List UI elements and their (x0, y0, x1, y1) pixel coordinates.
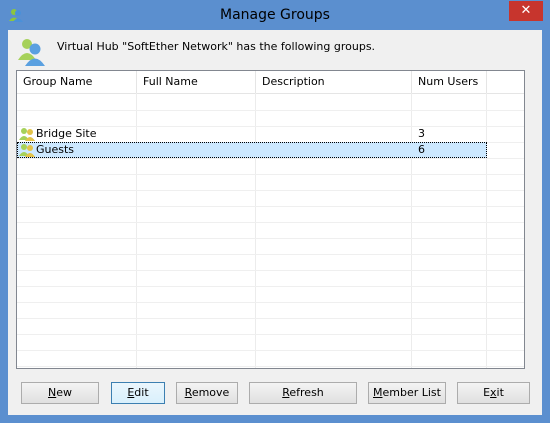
table-row[interactable]: Bridge Site 3 (17, 126, 487, 142)
cell-num-users: 3 (418, 127, 425, 140)
column-num-users[interactable]: Num Users (412, 71, 487, 93)
close-icon: ✕ (520, 3, 532, 18)
group-icon (19, 144, 35, 157)
groups-list[interactable]: Group Name Full Name Description Num Use… (16, 70, 525, 369)
column-description[interactable]: Description (256, 71, 412, 93)
column-full-name[interactable]: Full Name (137, 71, 256, 93)
cell-num-users: 6 (418, 143, 425, 156)
manage-groups-window: Manage Groups ✕ Virtual Hub "SoftEther N… (0, 0, 550, 423)
close-button[interactable]: ✕ (509, 1, 543, 21)
group-icon (19, 128, 35, 141)
title-bar[interactable]: Manage Groups ✕ (0, 0, 550, 30)
dialog-body: Virtual Hub "SoftEther Network" has the … (8, 30, 542, 415)
cell-group-name: Guests (36, 143, 75, 156)
table-row[interactable]: Guests 6 (17, 142, 487, 158)
column-group-name[interactable]: Group Name (17, 71, 137, 93)
edit-button[interactable]: Edit (111, 382, 165, 404)
exit-button[interactable]: Exit (457, 382, 530, 404)
new-button[interactable]: New (21, 382, 99, 404)
refresh-button[interactable]: Refresh (249, 382, 357, 404)
list-header: Group Name Full Name Description Num Use… (17, 71, 524, 94)
member-list-button[interactable]: Member List (368, 382, 446, 404)
group-users-icon (18, 39, 45, 66)
window-title: Manage Groups (220, 7, 330, 23)
header-message: Virtual Hub "SoftEther Network" has the … (57, 40, 376, 53)
remove-button[interactable]: Remove (176, 382, 238, 404)
cell-group-name: Bridge Site (36, 127, 97, 140)
